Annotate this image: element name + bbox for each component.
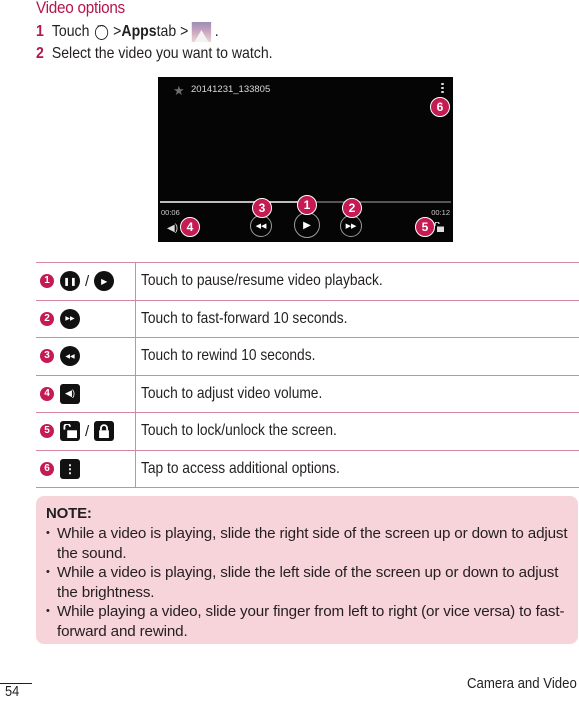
note-item: While playing a video, slide your finger…	[46, 602, 568, 641]
separator: /	[85, 422, 90, 440]
page-number: 54	[5, 683, 20, 700]
more-options-icon[interactable]	[441, 81, 445, 95]
icon-cell: 4 ◀)	[36, 375, 136, 412]
unlock-icon[interactable]	[434, 222, 444, 232]
note-list: While a video is playing, slide the righ…	[46, 524, 568, 641]
play-button[interactable]: ▶	[294, 212, 320, 238]
table-row: 5 / Touch to lock/unlock the screen.	[36, 413, 579, 451]
number-badge: 5	[40, 424, 54, 439]
fast-forward-button[interactable]: ▶▶	[340, 215, 362, 237]
progress-fill	[160, 201, 306, 203]
option-description: Touch to rewind 10 seconds.	[141, 347, 316, 365]
video-file-name: 20141231_133805	[191, 84, 271, 95]
step-text: tab >	[156, 23, 189, 40]
callout-badge-6: 6	[430, 97, 450, 117]
pause-icon: ❚❚	[60, 271, 80, 292]
callout-badge-5: 5	[415, 217, 435, 237]
option-description: Touch to lock/unlock the screen.	[141, 422, 337, 440]
table-row: 6 ⋮ Tap to access additional options.	[36, 450, 579, 488]
rewind-icon: ◀◀	[60, 346, 80, 367]
number-badge: 4	[40, 386, 54, 401]
table-row: 4 ◀) Touch to adjust video volume.	[36, 375, 579, 413]
table-row: 2 ▶▶ Touch to fast-forward 10 seconds.	[36, 300, 579, 338]
video-player: ★ 20141231_133805 6 00:06 00:12 ◀) 4 ◀◀ …	[158, 77, 453, 242]
table-row: 1 ❚❚ / ▶ Touch to pause/resume video pla…	[36, 263, 579, 301]
step-2: 2 Select the video you want to watch.	[36, 45, 273, 63]
table-row: 3 ◀◀ Touch to rewind 10 seconds.	[36, 338, 579, 376]
play-icon: ▶	[94, 271, 115, 292]
step-text: Touch	[51, 23, 90, 40]
note-box: NOTE: While a video is playing, slide th…	[36, 496, 578, 644]
note-item: While a video is playing, slide the righ…	[46, 524, 568, 563]
callout-badge-1: 1	[297, 195, 317, 215]
unlock-icon	[60, 421, 80, 442]
rewind-icon: ◀◀	[255, 223, 267, 230]
options-table: 1 ❚❚ / ▶ Touch to pause/resume video pla…	[36, 262, 579, 488]
icon-cell: 1 ❚❚ / ▶	[36, 263, 136, 300]
volume-icon: ◀)	[60, 383, 80, 404]
step-text: Select the video you want to watch.	[51, 45, 273, 62]
star-icon[interactable]: ★	[173, 83, 185, 99]
apps-icon	[94, 20, 108, 40]
option-description: Touch to adjust video volume.	[141, 384, 323, 402]
note-title: NOTE:	[46, 505, 92, 522]
separator: /	[85, 272, 90, 290]
icon-cell: 3 ◀◀	[36, 338, 136, 375]
lock-icon	[94, 421, 115, 442]
icon-cell: 6 ⋮	[36, 450, 136, 487]
volume-icon[interactable]: ◀)	[167, 223, 178, 234]
step-text: .	[214, 23, 219, 40]
number-badge: 3	[40, 349, 54, 364]
apps-tab-label: Apps	[121, 23, 157, 40]
callout-badge-2: 2	[342, 198, 362, 218]
option-description: Touch to pause/resume video playback.	[141, 272, 383, 290]
step-1: 1 Touch > Apps tab > .	[36, 20, 219, 42]
icon-cell: 2 ▶▶	[36, 300, 136, 337]
step-number: 2	[36, 45, 44, 62]
number-badge: 6	[40, 461, 54, 476]
gallery-icon	[191, 22, 212, 42]
icon-cell: 5 /	[36, 413, 136, 450]
time-elapsed: 00:06	[161, 208, 180, 217]
section-title: Video options	[36, 0, 125, 17]
option-description: Tap to access additional options.	[141, 459, 340, 477]
chapter-title: Camera and Video	[467, 675, 577, 692]
step-text: >	[113, 23, 122, 40]
number-badge: 1	[40, 274, 54, 289]
note-item: While a video is playing, slide the left…	[46, 563, 568, 602]
more-options-icon: ⋮	[60, 458, 80, 479]
time-total: 00:12	[431, 208, 450, 217]
fast-forward-icon: ▶▶	[345, 223, 357, 230]
callout-badge-3: 3	[252, 198, 272, 218]
callout-badge-4: 4	[180, 217, 200, 237]
play-icon: ▶	[303, 219, 311, 231]
fast-forward-icon: ▶▶	[60, 308, 80, 329]
step-number: 1	[36, 23, 44, 40]
rewind-button[interactable]: ◀◀	[250, 215, 272, 237]
number-badge: 2	[40, 311, 54, 326]
option-description: Touch to fast-forward 10 seconds.	[141, 309, 348, 327]
